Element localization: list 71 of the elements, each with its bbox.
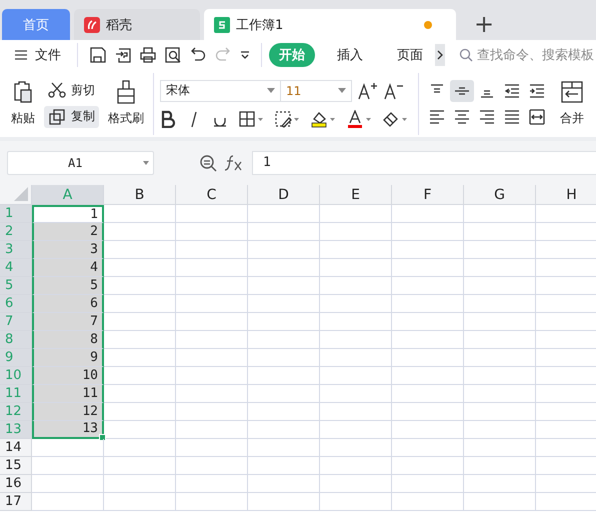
table-cell[interactable]: 6	[32, 295, 104, 313]
column-header[interactable]: G	[464, 185, 536, 205]
column-header[interactable]: B	[104, 185, 176, 205]
column-header[interactable]: D	[248, 185, 320, 205]
merge-button[interactable]: 合并	[557, 78, 587, 129]
row-header[interactable]: 16	[0, 475, 32, 493]
dropdown-caret-icon	[143, 161, 149, 165]
dropdown-caret-icon	[267, 88, 275, 93]
name-box[interactable]: A1	[7, 151, 154, 175]
paint-brush-icon	[115, 80, 137, 104]
table-cell[interactable]: 4	[32, 259, 104, 277]
new-tab-button[interactable]: +	[464, 9, 504, 40]
chevron-right-icon[interactable]	[435, 44, 445, 66]
document-tab[interactable]: 稻壳	[74, 9, 200, 40]
table-cell[interactable]: 9	[32, 349, 104, 367]
fill-color-icon[interactable]	[310, 110, 336, 128]
font-name-dropdown[interactable]: 宋体	[160, 80, 281, 102]
print-icon[interactable]	[139, 46, 157, 64]
cell-style-icon[interactable]	[274, 110, 300, 128]
font-color-icon[interactable]	[346, 110, 372, 128]
merge-cells-icon	[560, 80, 584, 104]
format-painter-button[interactable]: 格式刷	[105, 78, 147, 129]
fill-handle[interactable]	[99, 434, 106, 441]
scissors-icon	[48, 82, 66, 98]
column-header[interactable]: C	[176, 185, 248, 205]
document-tab[interactable]: 工作簿1	[204, 9, 456, 40]
ribbon-tab[interactable]: 插入	[327, 43, 373, 67]
table-cell[interactable]: 11	[32, 385, 104, 403]
spreadsheet-logo-icon	[214, 16, 230, 32]
clipboard-icon	[12, 80, 34, 104]
table-cell[interactable]: 8	[32, 331, 104, 349]
row-header[interactable]: 14	[0, 439, 32, 457]
table-cell[interactable]: 13	[32, 421, 104, 439]
row-header[interactable]: 17	[0, 493, 32, 511]
leaf-logo-icon	[84, 16, 100, 32]
formula-input[interactable]: 1	[252, 151, 596, 175]
table-cell[interactable]: 12	[32, 403, 104, 421]
table-cell[interactable]: 3	[32, 241, 104, 259]
search-field[interactable]: 查找命令、搜索模板	[459, 48, 596, 62]
dropdown-caret-icon[interactable]	[239, 49, 251, 61]
increase-font-size-icon[interactable]	[358, 82, 378, 100]
zoom-icon[interactable]	[199, 154, 217, 172]
borders-icon[interactable]	[238, 110, 264, 128]
table-cell[interactable]: 5	[32, 277, 104, 295]
print-preview-icon[interactable]	[164, 46, 182, 64]
menu-icon	[14, 49, 28, 61]
search-icon	[459, 48, 473, 62]
column-header[interactable]: H	[536, 185, 596, 205]
cut-button[interactable]: 剪切	[44, 80, 99, 100]
copy-icon	[48, 108, 66, 126]
copy-button[interactable]: 复制	[44, 106, 99, 128]
bold-icon[interactable]	[160, 110, 176, 128]
dropdown-caret-icon	[338, 88, 346, 93]
table-cell[interactable]: 2	[32, 223, 104, 241]
paste-button[interactable]: 粘贴	[8, 78, 38, 129]
file-menu[interactable]: 文件	[14, 46, 61, 64]
table-cell[interactable]: 1	[32, 205, 104, 223]
eraser-icon[interactable]	[382, 110, 408, 128]
column-header[interactable]: F	[392, 185, 464, 205]
ribbon-tab[interactable]: 页面	[387, 43, 433, 67]
table-cell[interactable]: 7	[32, 313, 104, 331]
decrease-font-size-icon[interactable]	[384, 82, 404, 100]
row-header[interactable]: 15	[0, 457, 32, 475]
column-header[interactable]: E	[320, 185, 392, 205]
align-middle-icon[interactable]	[450, 80, 474, 102]
save-icon[interactable]	[89, 46, 107, 64]
font-size-dropdown[interactable]: 11	[280, 80, 352, 102]
unsaved-dot	[424, 20, 432, 28]
table-cell[interactable]: 10	[32, 367, 104, 385]
export-icon[interactable]	[114, 46, 132, 64]
function-icon[interactable]	[224, 154, 244, 172]
